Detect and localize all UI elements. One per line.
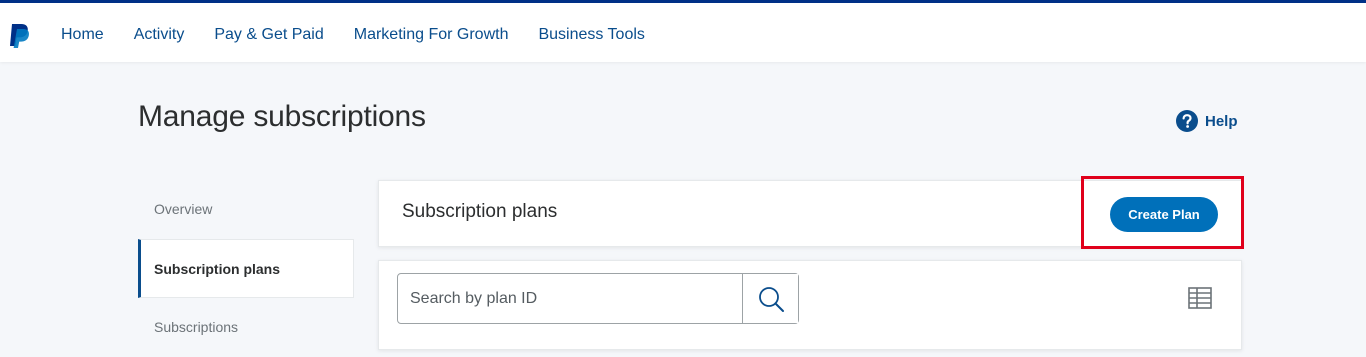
- sidebar: Overview Subscription plans Subscription…: [138, 180, 354, 357]
- search-icon: [758, 286, 784, 312]
- search-button[interactable]: [742, 274, 798, 323]
- subscription-plans-header-card: Subscription plans Create Plan: [378, 180, 1242, 247]
- help-circle-icon: [1176, 110, 1198, 132]
- top-navigation-bar: Home Activity Pay & Get Paid Marketing F…: [0, 0, 1366, 62]
- help-link[interactable]: Help: [1176, 110, 1238, 132]
- create-plan-button[interactable]: Create Plan: [1110, 197, 1218, 232]
- sidebar-item-overview[interactable]: Overview: [138, 180, 354, 239]
- main-nav: Home Activity Pay & Get Paid Marketing F…: [61, 3, 675, 65]
- paypal-logo-icon[interactable]: [8, 23, 32, 49]
- nav-activity[interactable]: Activity: [134, 26, 185, 44]
- nav-business-tools[interactable]: Business Tools: [538, 26, 644, 44]
- nav-home[interactable]: Home: [61, 26, 104, 44]
- search-box: [397, 273, 799, 324]
- sidebar-item-subscriptions[interactable]: Subscriptions: [138, 298, 354, 357]
- page-title: Manage subscriptions: [138, 100, 426, 133]
- sidebar-item-subscription-plans[interactable]: Subscription plans: [138, 239, 354, 298]
- search-card: [378, 260, 1242, 350]
- nav-pay-and-get-paid[interactable]: Pay & Get Paid: [214, 26, 323, 44]
- table-view-icon[interactable]: [1187, 285, 1213, 311]
- help-label: Help: [1205, 112, 1238, 130]
- search-input[interactable]: [398, 274, 742, 323]
- card-title: Subscription plans: [402, 201, 558, 222]
- nav-marketing-for-growth[interactable]: Marketing For Growth: [354, 26, 509, 44]
